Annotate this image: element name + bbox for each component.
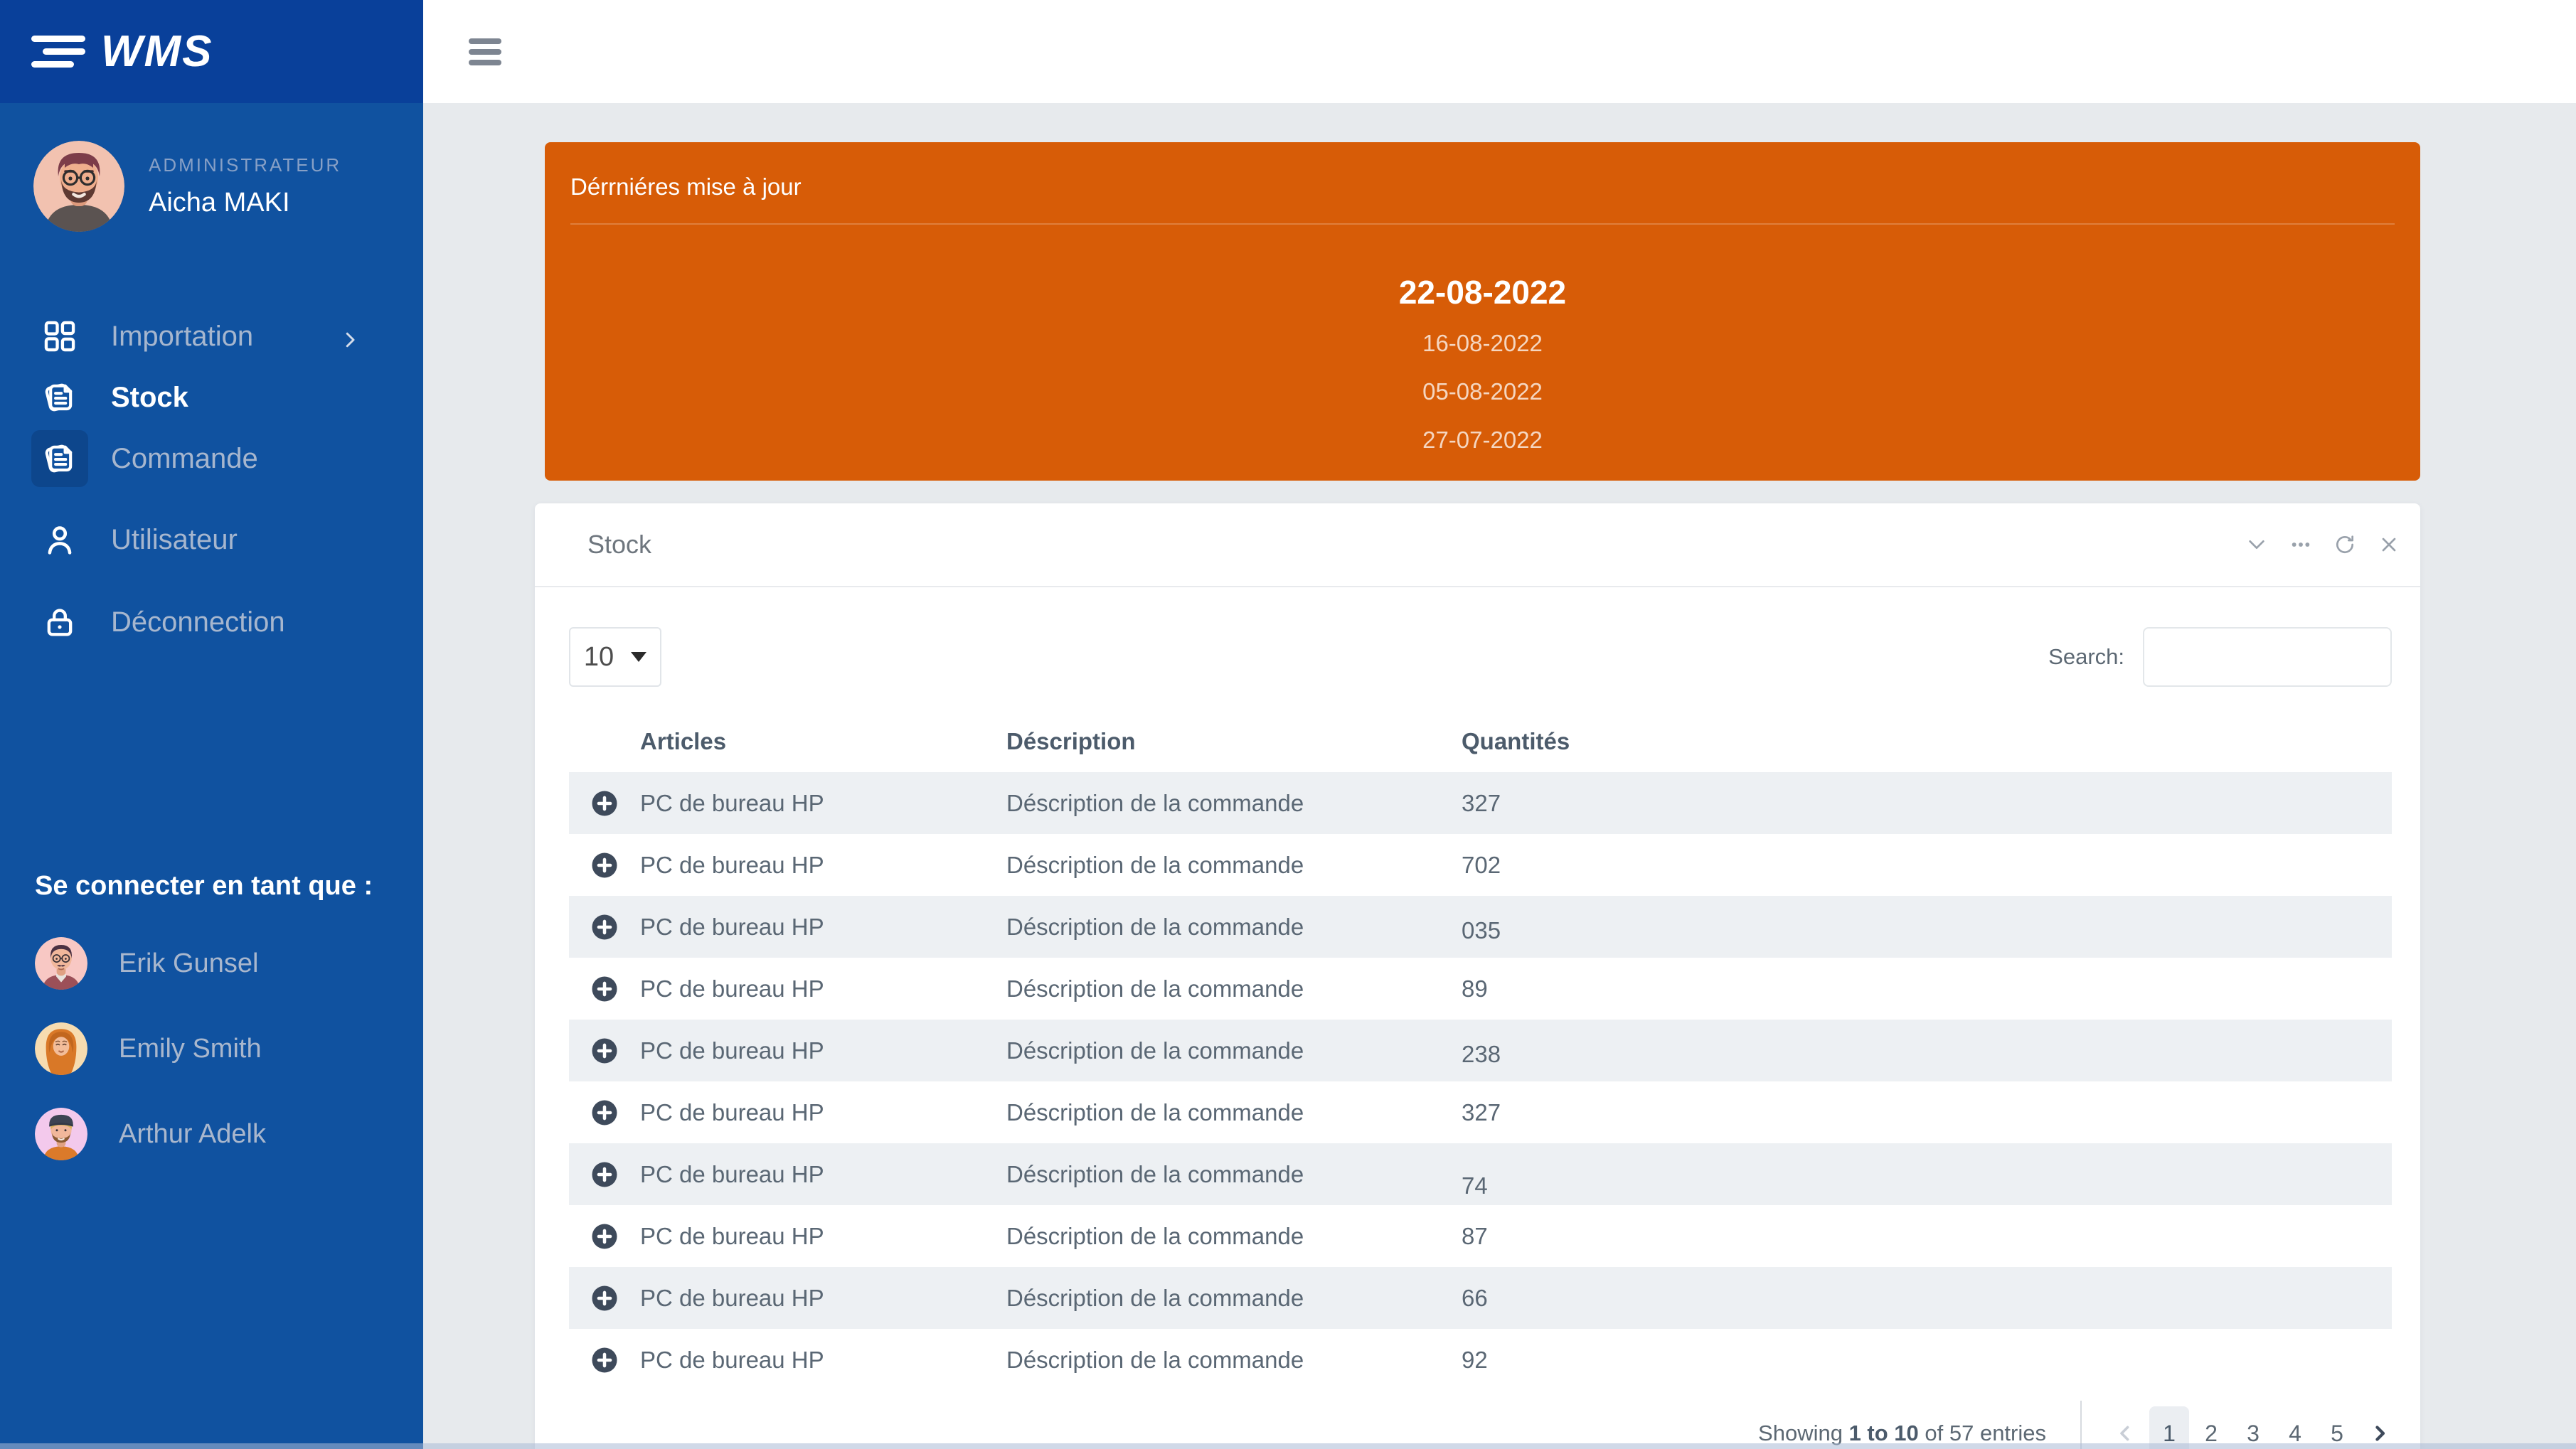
stock-table: Articles Déscription Quantités PC de bur… bbox=[569, 718, 2392, 1391]
more-options-ellipsis-icon[interactable] bbox=[2289, 533, 2312, 556]
documents-icon bbox=[41, 379, 78, 416]
sidebar-item-utilisateur[interactable]: Utilisateur bbox=[0, 509, 423, 570]
table-header-row: Articles Déscription Quantités bbox=[569, 718, 2392, 772]
sidebar-item-label: Commande bbox=[111, 443, 258, 475]
caret-down-icon bbox=[631, 652, 646, 662]
app-logo-text: WMS bbox=[101, 26, 213, 77]
close-icon[interactable] bbox=[2378, 533, 2400, 556]
expand-row-plus-icon[interactable] bbox=[590, 1160, 619, 1189]
user-avatar bbox=[35, 937, 87, 990]
search-input[interactable] bbox=[2143, 627, 2392, 687]
page-size-value: 10 bbox=[584, 642, 614, 673]
expand-row-plus-icon[interactable] bbox=[590, 1098, 619, 1128]
documents-icon bbox=[41, 440, 78, 477]
divider bbox=[2080, 1401, 2082, 1449]
table-row: PC de bureau HP Déscription de la comman… bbox=[569, 834, 2392, 896]
connect-as-section: Se connecter en tant que : bbox=[0, 871, 423, 1160]
user-avatar bbox=[35, 1022, 87, 1075]
connect-user-name: Erik Gunsel bbox=[119, 948, 258, 979]
update-date: 05-08-2022 bbox=[545, 378, 2420, 405]
page-size-select[interactable]: 10 bbox=[569, 627, 661, 687]
column-header-quantites: Quantités bbox=[1462, 728, 2392, 755]
column-header-articles: Articles bbox=[640, 728, 1006, 755]
lock-icon bbox=[41, 604, 78, 641]
page-button-4[interactable]: 4 bbox=[2275, 1406, 2315, 1449]
pagination-row: Showing 1 to 10 of 57 entries 1 2 3 4 5 bbox=[569, 1401, 2392, 1449]
update-date: 16-08-2022 bbox=[545, 330, 2420, 357]
updates-banner: Dérrniéres mise à jour 22-08-2022 16-08-… bbox=[545, 142, 2420, 481]
table-row: PC de bureau HP Déscription de la comman… bbox=[569, 1329, 2392, 1391]
logo-bars-icon bbox=[31, 36, 87, 68]
sidebar-item-label: Déconnection bbox=[111, 606, 285, 638]
horizontal-scrollbar[interactable] bbox=[0, 1443, 2576, 1449]
stock-card-title: Stock bbox=[587, 530, 651, 560]
admin-name: Aicha MAKI bbox=[149, 188, 341, 218]
table-row: PC de bureau HP Déscription de la comman… bbox=[569, 896, 2392, 958]
topbar bbox=[423, 0, 2576, 103]
table-row: PC de bureau HP Déscription de la comman… bbox=[569, 1081, 2392, 1143]
showing-entries-text: Showing 1 to 10 of 57 entries bbox=[1758, 1421, 2046, 1446]
previous-page-chevron-icon[interactable] bbox=[2113, 1421, 2137, 1445]
table-row: PC de bureau HP Déscription de la comman… bbox=[569, 1267, 2392, 1329]
hamburger-menu-icon[interactable] bbox=[469, 38, 501, 65]
table-row: PC de bureau HP Déscription de la comman… bbox=[569, 1205, 2392, 1267]
role-label: ADMINISTRATEUR bbox=[149, 154, 341, 176]
connect-user-erik[interactable]: Erik Gunsel bbox=[35, 937, 423, 990]
expand-row-plus-icon[interactable] bbox=[590, 788, 619, 818]
expand-row-plus-icon[interactable] bbox=[590, 912, 619, 942]
connect-as-title: Se connecter en tant que : bbox=[35, 871, 423, 902]
sidebar-menu: Importation Stock bbox=[0, 306, 423, 653]
logo[interactable]: WMS bbox=[0, 0, 423, 103]
update-date: 27-07-2022 bbox=[545, 427, 2420, 454]
connect-user-arthur[interactable]: Arthur Adelk bbox=[35, 1108, 423, 1160]
sidebar-item-label: Importation bbox=[111, 321, 253, 353]
column-header-description: Déscription bbox=[1006, 728, 1462, 755]
search-label: Search: bbox=[2048, 644, 2124, 670]
user-avatar bbox=[35, 1108, 87, 1160]
page-button-2[interactable]: 2 bbox=[2191, 1406, 2231, 1449]
sidebar-item-commande[interactable]: Commande bbox=[0, 428, 423, 489]
table-row: PC de bureau HP Déscription de la comman… bbox=[569, 958, 2392, 1020]
sidebar-item-label: Utilisateur bbox=[111, 524, 238, 556]
page-button-5[interactable]: 5 bbox=[2317, 1406, 2357, 1449]
expand-row-plus-icon[interactable] bbox=[590, 850, 619, 880]
sidebar-item-importation[interactable]: Importation bbox=[0, 306, 423, 367]
stock-card-header: Stock bbox=[535, 503, 2420, 587]
stock-card: Stock bbox=[535, 503, 2420, 1449]
user-icon bbox=[41, 521, 78, 558]
page-button-3[interactable]: 3 bbox=[2233, 1406, 2273, 1449]
chevron-right-icon bbox=[339, 326, 361, 347]
sidebar-item-stock[interactable]: Stock bbox=[0, 367, 423, 428]
connect-user-name: Arthur Adelk bbox=[119, 1119, 266, 1150]
table-row: PC de bureau HP Déscription de la comman… bbox=[569, 1143, 2392, 1205]
latest-update-date: 22-08-2022 bbox=[545, 273, 2420, 311]
collapse-chevron-icon[interactable] bbox=[2245, 533, 2268, 556]
refresh-icon[interactable] bbox=[2333, 533, 2356, 556]
table-row: PC de bureau HP Déscription de la comman… bbox=[569, 1020, 2392, 1081]
sidebar: WMS ADMINISTRATEUR bbox=[0, 0, 423, 1449]
pagination: 1 2 3 4 5 bbox=[2113, 1406, 2392, 1449]
connect-user-emily[interactable]: Emily Smith bbox=[35, 1022, 423, 1075]
main-area: Dérrniéres mise à jour 22-08-2022 16-08-… bbox=[423, 0, 2576, 1449]
expand-row-plus-icon[interactable] bbox=[590, 1283, 619, 1313]
expand-row-plus-icon[interactable] bbox=[590, 1345, 619, 1375]
expand-row-plus-icon[interactable] bbox=[590, 1221, 619, 1251]
grid-icon bbox=[41, 318, 78, 355]
updates-banner-title: Dérrniéres mise à jour bbox=[570, 173, 2395, 200]
connect-user-name: Emily Smith bbox=[119, 1034, 262, 1064]
admin-avatar bbox=[33, 141, 124, 232]
next-page-chevron-icon[interactable] bbox=[2368, 1421, 2392, 1445]
sidebar-item-label: Stock bbox=[111, 382, 188, 414]
update-dates: 22-08-2022 16-08-2022 05-08-2022 27-07-2… bbox=[545, 225, 2420, 454]
admin-profile: ADMINISTRATEUR Aicha MAKI bbox=[0, 103, 423, 232]
expand-row-plus-icon[interactable] bbox=[590, 1036, 619, 1066]
table-row: PC de bureau HP Déscription de la comman… bbox=[569, 772, 2392, 834]
page-button-1[interactable]: 1 bbox=[2149, 1406, 2189, 1449]
content: Dérrniéres mise à jour 22-08-2022 16-08-… bbox=[423, 103, 2576, 1449]
expand-row-plus-icon[interactable] bbox=[590, 974, 619, 1004]
sidebar-item-deconnection[interactable]: Déconnection bbox=[0, 592, 423, 653]
